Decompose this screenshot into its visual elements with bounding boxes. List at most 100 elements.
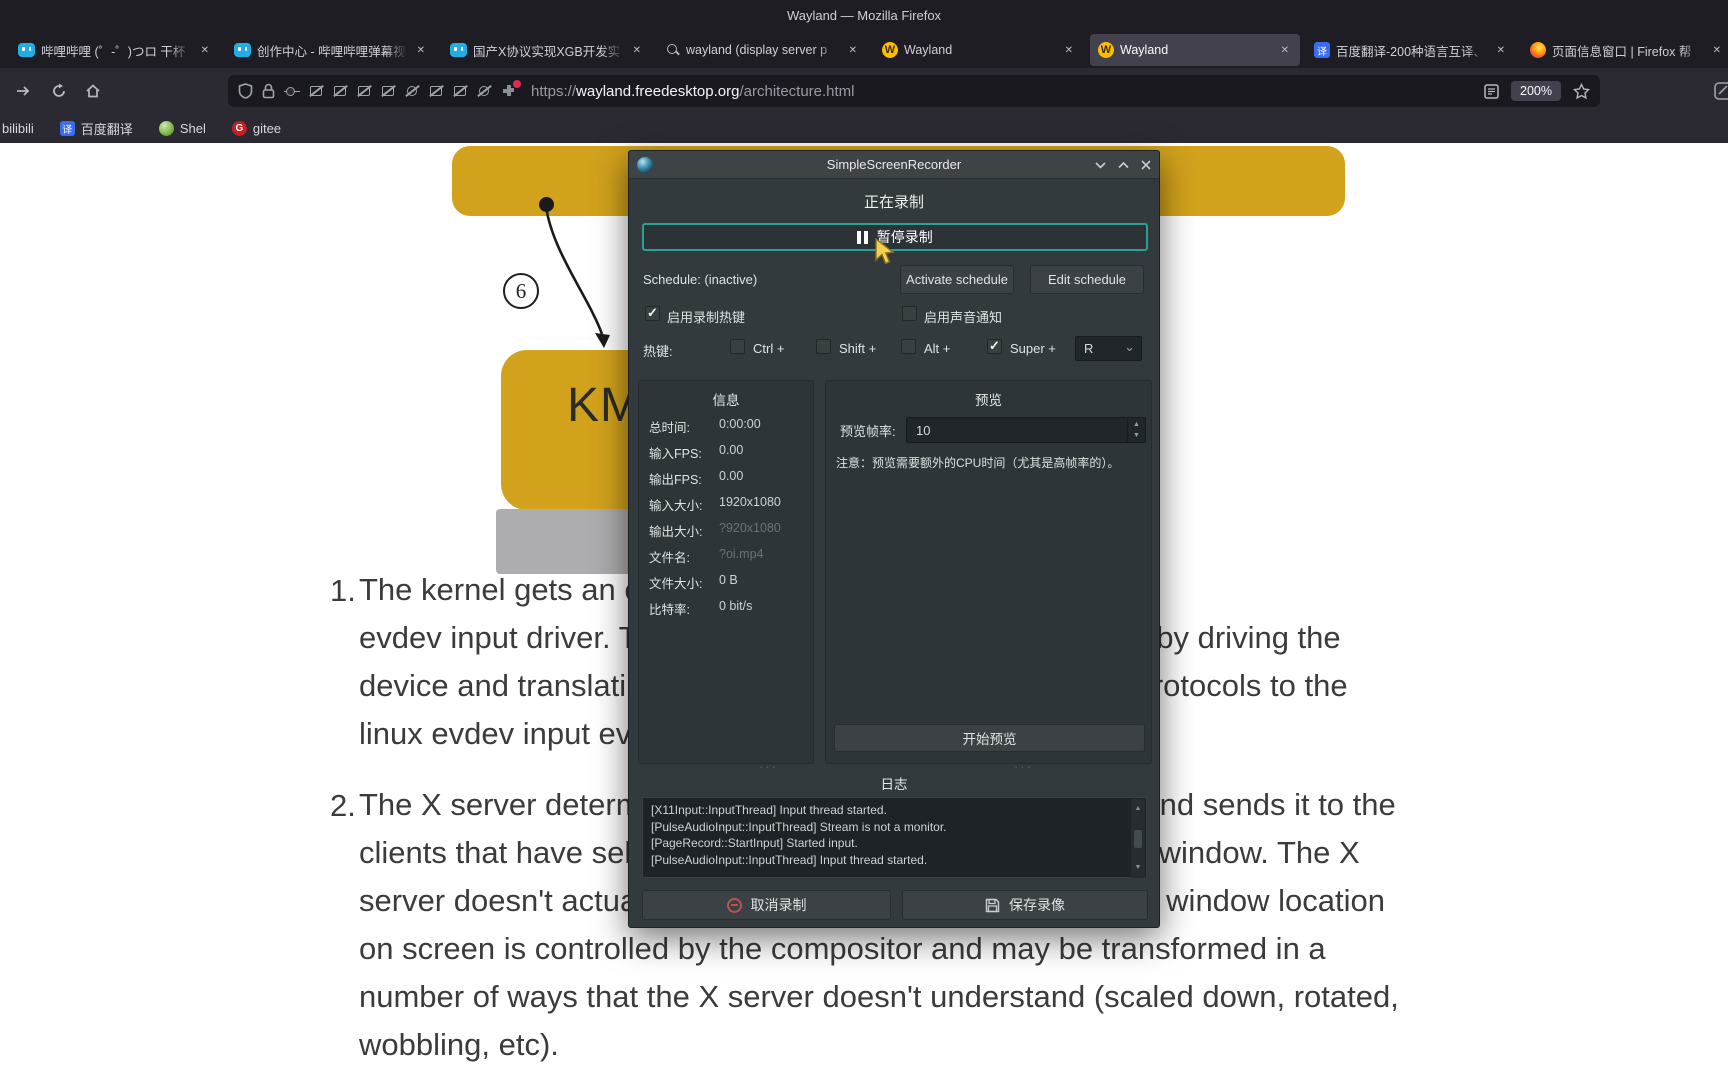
scroll-up-icon: ▲: [1134, 805, 1142, 812]
hotkey-alt-checkbox[interactable]: [901, 339, 916, 354]
spin-up-icon: ▲: [1133, 421, 1140, 429]
list-number: 1.: [330, 573, 356, 608]
blocked-window-icon[interactable]: [357, 85, 372, 98]
log-line: [PageRecord::StartInput] Started input.: [651, 836, 858, 850]
bookmark-shel[interactable]: Shel: [158, 120, 206, 136]
gitee-icon: G: [231, 120, 247, 136]
mouse-cursor: [875, 238, 895, 265]
hotkey-ctrl-checkbox[interactable]: [730, 339, 745, 354]
cancel-recording-button[interactable]: 取消录制: [642, 890, 891, 920]
maximize-icon[interactable]: [1118, 161, 1129, 169]
preview-framerate-label: 预览帧率:: [840, 424, 896, 439]
blocked-notifications-icon[interactable]: [477, 85, 492, 98]
window-title: Wayland — Mozilla Firefox: [786, 7, 942, 23]
zoom-level-badge[interactable]: 200%: [1511, 81, 1561, 101]
save-recording-button[interactable]: 保存录像: [902, 890, 1148, 920]
info-row: 文件大小: 0 B: [649, 573, 738, 591]
blocked-microphone-icon[interactable]: [405, 85, 420, 98]
edit-schedule-button[interactable]: Edit schedule: [1030, 265, 1144, 294]
bookmark-gitee[interactable]: G gitee: [231, 120, 281, 136]
hotkey-key-select[interactable]: R ⌄: [1075, 336, 1142, 361]
log-line: [PulseAudioInput::InputThread] Stream is…: [651, 819, 947, 834]
url-text: https://wayland.freedesktop.org/architec…: [531, 82, 855, 100]
hotkey-alt-label: Alt +: [924, 341, 951, 356]
activate-schedule-button[interactable]: Activate schedule: [900, 265, 1014, 294]
tab-wayland-search[interactable]: wayland (display server p ✕: [658, 34, 868, 66]
tab-close-icon[interactable]: ✕: [1494, 43, 1508, 58]
shield-icon[interactable]: [238, 83, 253, 99]
scrollbar-thumb[interactable]: [1134, 829, 1142, 848]
tab-close-icon[interactable]: ✕: [846, 43, 860, 58]
reader-mode-icon[interactable]: [1484, 83, 1499, 99]
list-number: 2.: [330, 788, 356, 823]
schedule-status-label: Schedule: (inactive): [643, 272, 758, 287]
start-preview-button[interactable]: 开始预览: [834, 724, 1145, 752]
ssr-titlebar[interactable]: SimpleScreenRecorder: [629, 151, 1159, 179]
tab-close-icon[interactable]: ✕: [1062, 43, 1076, 58]
blocked-screen-icon[interactable]: [429, 85, 444, 98]
tab-close-icon[interactable]: ✕: [414, 43, 428, 58]
hotkey-super-checkbox[interactable]: [987, 338, 1002, 354]
search-icon: [666, 43, 680, 57]
info-panel-title: 信息: [712, 393, 740, 408]
lock-icon[interactable]: [262, 83, 275, 99]
info-row: 输出FPS: 0.00: [649, 469, 744, 487]
log-line: [PulseAudioInput::InputThread] Input thr…: [651, 852, 928, 867]
recording-status: 正在录制: [863, 194, 924, 211]
tab-baidu-translate[interactable]: 译 百度翻译-200种语言互译、 ✕: [1306, 34, 1516, 66]
extension-icon[interactable]: [501, 80, 521, 99]
blocked-desktop-icon[interactable]: [333, 85, 348, 98]
home-button[interactable]: [78, 76, 108, 106]
pause-icon: [857, 230, 868, 244]
blocked-autoplay-icon[interactable]: [453, 85, 468, 98]
extension-badge: [513, 80, 521, 88]
reload-button[interactable]: [44, 76, 74, 106]
forward-button[interactable]: [8, 76, 38, 106]
save-floppy-icon: [985, 898, 1000, 912]
tab-label: wayland (display server p: [686, 43, 828, 57]
preview-panel: 预览 预览帧率: 10 ▲ ▼ 注意：预览需要额外的CPU时间（尤其是高帧率的）…: [825, 380, 1152, 764]
close-icon[interactable]: [1141, 160, 1151, 170]
hotkey-shift-checkbox[interactable]: [816, 339, 831, 354]
tab-close-icon[interactable]: ✕: [1278, 43, 1292, 58]
diagram-arrow: [544, 205, 610, 348]
enable-sound-checkbox[interactable]: [902, 306, 917, 321]
tab-firefox-help[interactable]: 页面信息窗口 | Firefox 帮 ✕: [1522, 34, 1728, 66]
minimize-icon[interactable]: [1095, 161, 1106, 169]
log-scrollbar[interactable]: ▲ ▼: [1131, 799, 1145, 878]
tab-wayland-active[interactable]: W Wayland ✕: [1090, 34, 1300, 66]
log-output[interactable]: [X11Input::InputThread] Input thread sta…: [642, 797, 1147, 878]
tab-bilibili-video[interactable]: 国产X协议实现XGB开发实 ✕: [442, 34, 652, 66]
tab-close-icon[interactable]: ✕: [198, 43, 212, 58]
preview-note: 注意：预览需要额外的CPU时间（尤其是高帧率的）。: [836, 456, 1120, 470]
bookmark-star-icon[interactable]: [1573, 82, 1590, 100]
tab-bilibili-home[interactable]: 哔哩哔哩 (゜-゜)つロ 干杯 ✕: [10, 34, 220, 66]
tab-wayland-1[interactable]: W Wayland ✕: [874, 34, 1084, 66]
hotkey-super-label: Super +: [1010, 341, 1056, 356]
permissions-toggle-icon[interactable]: [284, 85, 300, 98]
info-row: 输出大小: ?920x1080: [649, 521, 781, 539]
splitter-grip[interactable]: ···: [1014, 759, 1033, 774]
preview-framerate-spinbox[interactable]: 10 ▲ ▼: [906, 417, 1146, 443]
blocked-camera-icon[interactable]: [309, 85, 324, 98]
spinbox-arrows[interactable]: ▲ ▼: [1127, 418, 1145, 442]
spin-down-icon: ▼: [1133, 431, 1140, 439]
info-row: 文件名: ?oi.mp4: [649, 547, 764, 565]
baidu-translate-icon: 译: [1314, 42, 1330, 58]
url-bar[interactable]: https://wayland.freedesktop.org/architec…: [228, 75, 1600, 107]
tab-close-icon[interactable]: ✕: [630, 43, 644, 58]
tab-bilibili-creator[interactable]: 创作中心 - 哔哩哔哩弹幕视 ✕: [226, 34, 436, 66]
bookmark-baidu-translate[interactable]: 译 百度翻译: [59, 119, 133, 138]
tab-close-icon[interactable]: ✕: [1710, 43, 1724, 58]
bookmark-bilibili[interactable]: bilibili: [2, 121, 34, 136]
enable-hotkey-checkbox[interactable]: [645, 305, 660, 321]
overflow-tool-icon[interactable]: [1708, 76, 1728, 106]
ssr-app-icon: [637, 156, 653, 173]
blocked-display-icon[interactable]: [381, 85, 396, 98]
tab-label: Wayland: [1120, 43, 1169, 57]
baidu-translate-icon: 译: [59, 120, 75, 136]
tab-label: 创作中心 - 哔哩哔哩弹幕视: [257, 44, 406, 59]
tab-label: Wayland: [904, 43, 953, 57]
splitter-grip[interactable]: ···: [759, 759, 778, 774]
hotkey-shift-label: Shift +: [839, 341, 877, 356]
